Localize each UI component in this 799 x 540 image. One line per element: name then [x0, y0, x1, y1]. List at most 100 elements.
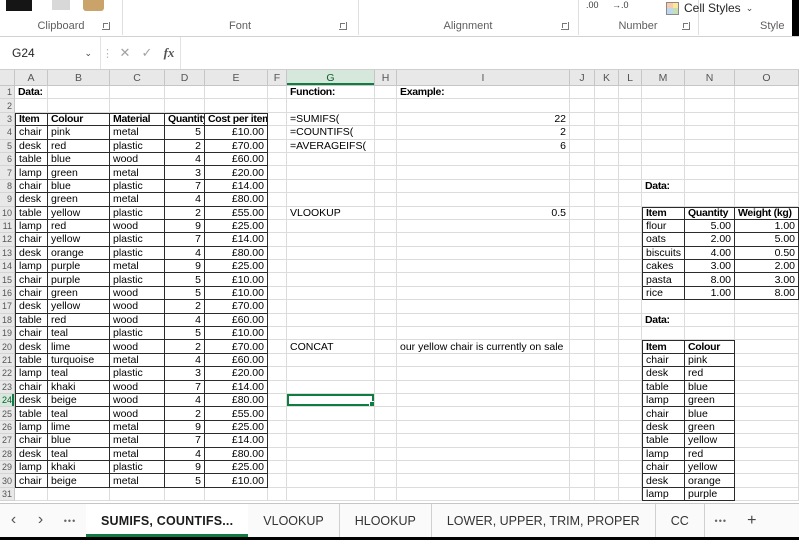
cell-H5[interactable]	[375, 139, 397, 153]
cell-G10[interactable]: VLOOKUP	[287, 206, 375, 220]
cell-F19[interactable]	[268, 327, 287, 341]
cell-D22[interactable]: 3	[165, 367, 205, 381]
cell-O1[interactable]	[735, 86, 799, 100]
cell-G29[interactable]	[287, 460, 375, 475]
cell-J2[interactable]	[570, 99, 595, 113]
cell-K26[interactable]	[595, 420, 619, 435]
column-header-I[interactable]: I	[397, 70, 570, 85]
cell-N12[interactable]: 2.00	[685, 233, 735, 247]
cell-D27[interactable]: 7	[165, 434, 205, 448]
cell-D8[interactable]: 7	[165, 179, 205, 194]
dialog-launcher-icon[interactable]	[339, 22, 347, 30]
cell-H12[interactable]	[375, 233, 397, 247]
cell-D11[interactable]: 9	[165, 219, 205, 234]
cell-K11[interactable]	[595, 219, 619, 234]
cell-D25[interactable]: 2	[165, 407, 205, 421]
sheet-tab-1[interactable]: SUMIFS, COUNTIFS...	[86, 504, 249, 537]
cell-O30[interactable]	[735, 474, 799, 488]
cell-B13[interactable]: orange	[48, 246, 110, 261]
cell-M4[interactable]	[642, 126, 685, 140]
cell-B5[interactable]: red	[48, 139, 110, 153]
cell-H20[interactable]	[375, 340, 397, 354]
cell-D6[interactable]: 4	[165, 152, 205, 167]
cell-O22[interactable]	[735, 367, 799, 381]
cell-C5[interactable]: plastic	[110, 139, 165, 153]
cell-L20[interactable]	[619, 340, 642, 354]
cell-D10[interactable]: 2	[165, 206, 205, 220]
cell-B12[interactable]: yellow	[48, 233, 110, 247]
cell-N13[interactable]: 4.00	[685, 246, 735, 261]
cell-M13[interactable]: biscuits	[642, 246, 685, 261]
cell-L6[interactable]	[619, 152, 642, 167]
sheet-tab-3[interactable]: HLOOKUP	[340, 504, 432, 537]
cell-E10[interactable]: £55.00	[205, 206, 268, 220]
cell-G30[interactable]	[287, 474, 375, 488]
cell-O20[interactable]	[735, 340, 799, 354]
row-header-5[interactable]: 5	[0, 139, 15, 153]
cell-I9[interactable]	[397, 193, 570, 207]
cell-M19[interactable]	[642, 327, 685, 341]
column-header-E[interactable]: E	[205, 70, 268, 85]
cell-B21[interactable]: turquoise	[48, 353, 110, 368]
cell-K3[interactable]	[595, 112, 619, 127]
cell-B25[interactable]: teal	[48, 407, 110, 421]
cell-F7[interactable]	[268, 166, 287, 180]
cell-B15[interactable]: purple	[48, 273, 110, 287]
cell-J6[interactable]	[570, 152, 595, 167]
cell-G22[interactable]	[287, 367, 375, 381]
cell-O26[interactable]	[735, 420, 799, 435]
row-header-27[interactable]: 27	[0, 434, 15, 448]
cell-A6[interactable]: table	[15, 152, 48, 167]
cell-I16[interactable]	[397, 286, 570, 301]
cell-G18[interactable]	[287, 313, 375, 328]
cell-E9[interactable]: £80.00	[205, 193, 268, 207]
row-header-29[interactable]: 29	[0, 460, 15, 475]
row-header-26[interactable]: 26	[0, 420, 15, 435]
cell-C20[interactable]: wood	[110, 340, 165, 354]
cell-B24[interactable]: beige	[48, 393, 110, 408]
cell-I7[interactable]	[397, 166, 570, 180]
cell-J14[interactable]	[570, 260, 595, 274]
cell-K28[interactable]	[595, 447, 619, 461]
cell-E13[interactable]: £80.00	[205, 246, 268, 261]
insert-function-icon[interactable]: fx	[158, 37, 180, 69]
cell-B1[interactable]	[48, 86, 110, 100]
cell-D5[interactable]: 2	[165, 139, 205, 153]
cell-H3[interactable]	[375, 112, 397, 127]
sheet-overflow-dots-icon[interactable]: •••	[705, 504, 737, 537]
column-header-A[interactable]: A	[15, 70, 48, 85]
cell-F4[interactable]	[268, 126, 287, 140]
cell-C11[interactable]: wood	[110, 219, 165, 234]
decrease-decimal-icon[interactable]: →.0	[612, 0, 629, 10]
cell-K16[interactable]	[595, 286, 619, 301]
cell-L9[interactable]	[619, 193, 642, 207]
cell-A5[interactable]: desk	[15, 139, 48, 153]
cell-I23[interactable]	[397, 380, 570, 394]
cell-G16[interactable]	[287, 286, 375, 301]
cell-D16[interactable]: 5	[165, 286, 205, 301]
cell-F18[interactable]	[268, 313, 287, 328]
cell-E12[interactable]: £14.00	[205, 233, 268, 247]
cell-K2[interactable]	[595, 99, 619, 113]
cell-A2[interactable]	[15, 99, 48, 113]
name-box[interactable]: G24 ⌄	[0, 37, 100, 69]
column-header-L[interactable]: L	[619, 70, 642, 85]
cell-O25[interactable]	[735, 407, 799, 421]
cell-A29[interactable]: lamp	[15, 460, 48, 475]
cell-N15[interactable]: 8.00	[685, 273, 735, 287]
cell-I26[interactable]	[397, 420, 570, 435]
cell-J18[interactable]	[570, 313, 595, 328]
cell-A31[interactable]	[15, 487, 48, 502]
cell-C16[interactable]: wood	[110, 286, 165, 301]
cell-B28[interactable]: teal	[48, 447, 110, 461]
cell-H14[interactable]	[375, 260, 397, 274]
cell-M31[interactable]: lamp	[642, 487, 685, 502]
cell-E26[interactable]: £25.00	[205, 420, 268, 435]
cell-O31[interactable]	[735, 487, 799, 502]
cell-H17[interactable]	[375, 300, 397, 314]
cell-D2[interactable]	[165, 99, 205, 113]
cell-H23[interactable]	[375, 380, 397, 394]
cell-B6[interactable]: blue	[48, 152, 110, 167]
cell-B19[interactable]: teal	[48, 327, 110, 341]
cell-E19[interactable]: £10.00	[205, 327, 268, 341]
